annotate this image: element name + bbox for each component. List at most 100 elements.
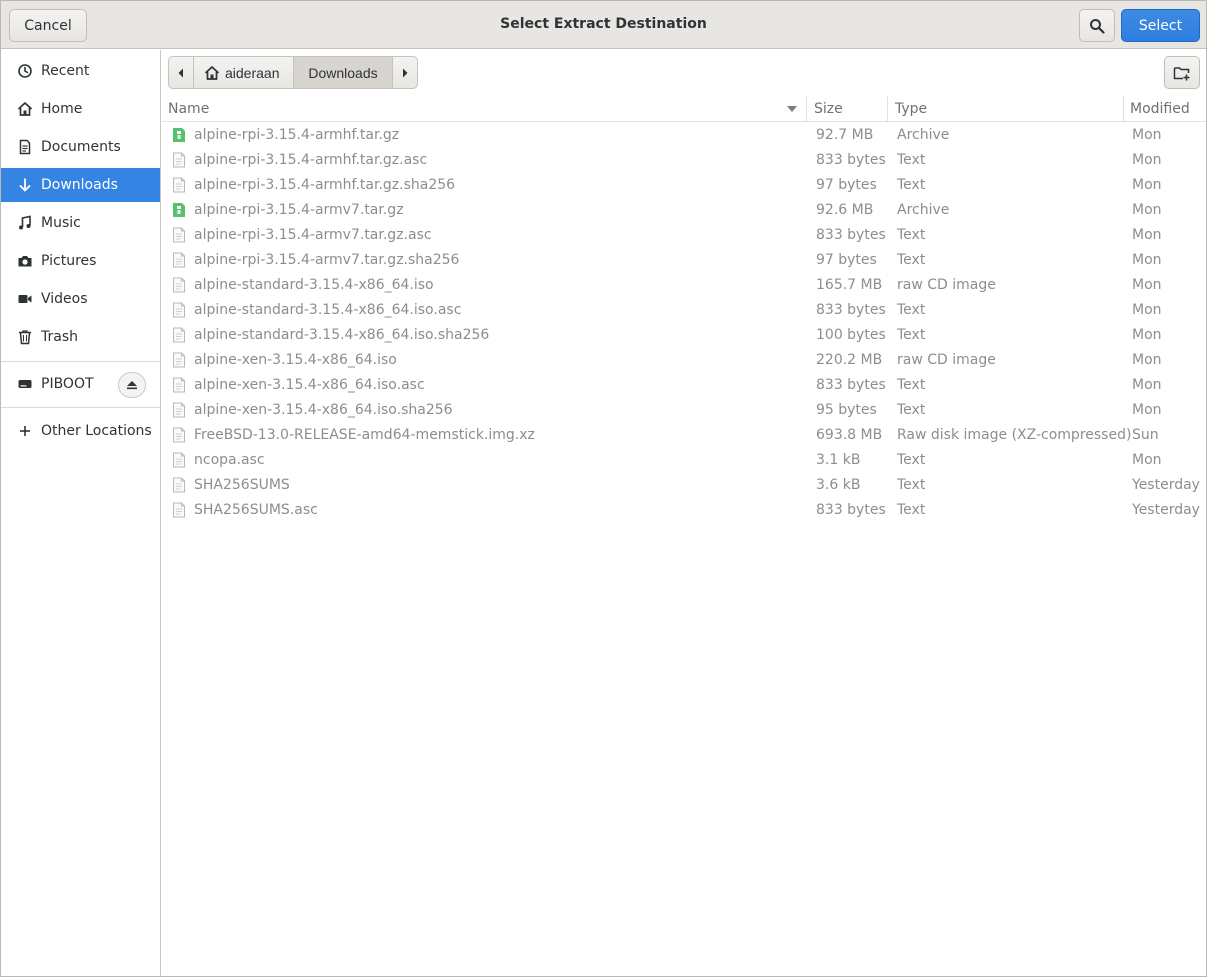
sidebar-item-other-locations[interactable]: Other Locations [1, 414, 160, 448]
path-home-button[interactable]: aideraan [193, 56, 294, 89]
file-name: alpine-rpi-3.15.4-armv7.tar.gz.asc [194, 226, 432, 243]
column-header-label: Size [814, 100, 843, 117]
file-modified: Mon [1132, 401, 1162, 418]
column-header-name[interactable]: Name [168, 96, 806, 121]
file-name: alpine-standard-3.15.4-x86_64.iso.asc [194, 301, 462, 318]
sidebar-item-home[interactable]: Home [1, 92, 160, 126]
file-size: 3.1 kB [816, 451, 861, 468]
file-modified: Mon [1132, 126, 1162, 143]
file-size: 693.8 MB [816, 426, 883, 443]
file-row[interactable]: alpine-standard-3.15.4-x86_64.iso 165.7 M… [162, 272, 1206, 297]
path-scroll-right-button[interactable] [392, 56, 418, 89]
sidebar-separator [1, 361, 160, 362]
file-type: Text [897, 451, 926, 468]
drive-icon [17, 376, 33, 392]
search-button[interactable] [1079, 9, 1115, 42]
plus-icon [17, 423, 33, 439]
sidebar-separator [1, 407, 160, 408]
file-modified: Mon [1132, 251, 1162, 268]
sidebar-item-pictures[interactable]: Pictures [1, 244, 160, 278]
file-row[interactable]: alpine-xen-3.15.4-x86_64.iso 220.2 MB raw … [162, 347, 1206, 372]
file-row[interactable]: SHA256SUMS 3.6 kB Text Yesterday [162, 472, 1206, 497]
file-modified: Mon [1132, 276, 1162, 293]
eject-button[interactable] [118, 372, 146, 398]
file-size: 165.7 MB [816, 276, 883, 293]
file-row[interactable]: alpine-rpi-3.15.4-armv7.tar.gz.sha256 97 … [162, 247, 1206, 272]
file-list: Name Size Type Modified alpine-rpi-3.15.… [162, 96, 1206, 976]
file-modified: Mon [1132, 326, 1162, 343]
places-sidebar: Recent Home Documents Downloads Music Pi… [1, 50, 161, 976]
sidebar-item-documents[interactable]: Documents [1, 130, 160, 164]
file-row[interactable]: alpine-standard-3.15.4-x86_64.iso.sha256… [162, 322, 1206, 347]
file-modified: Mon [1132, 226, 1162, 243]
select-button[interactable]: Select [1121, 9, 1200, 42]
file-size: 833 bytes [816, 301, 886, 318]
file-row[interactable]: alpine-rpi-3.15.4-armv7.tar.gz.asc 833 by… [162, 222, 1206, 247]
file-type: Text [897, 326, 926, 343]
file-name: alpine-rpi-3.15.4-armhf.tar.gz.asc [194, 151, 428, 168]
file-row[interactable]: alpine-rpi-3.15.4-armhf.tar.gz.sha256 97 … [162, 172, 1206, 197]
column-header-modified[interactable]: Modified [1123, 96, 1206, 121]
eject-icon [127, 381, 137, 390]
file-row[interactable]: ncopa.asc 3.1 kB Text Mon [162, 447, 1206, 472]
download-icon [17, 177, 33, 193]
sidebar-item-music[interactable]: Music [1, 206, 160, 240]
text-file-icon [172, 147, 186, 172]
path-current-button[interactable]: Downloads [293, 56, 393, 89]
file-row[interactable]: SHA256SUMS.asc 833 bytes Text Yesterday [162, 497, 1206, 522]
file-modified: Mon [1132, 351, 1162, 368]
column-header-row: Name Size Type Modified [162, 96, 1206, 122]
header-bar: Cancel Select Extract Destination Select [1, 1, 1206, 49]
sidebar-item-piboot[interactable]: PIBOOT [1, 367, 160, 401]
new-folder-icon [1173, 66, 1190, 80]
sidebar-item-videos[interactable]: Videos [1, 282, 160, 316]
file-name: alpine-xen-3.15.4-x86_64.iso [194, 351, 397, 368]
file-row[interactable]: FreeBSD-13.0-RELEASE-amd64-memstick.img.… [162, 422, 1206, 447]
file-modified: Sun [1132, 426, 1159, 443]
file-modified: Mon [1132, 176, 1162, 193]
text-file-icon [172, 222, 186, 247]
file-type: Text [897, 501, 926, 518]
file-size: 100 bytes [816, 326, 886, 343]
sidebar-item-label: Trash [41, 329, 78, 345]
file-name: alpine-xen-3.15.4-x86_64.iso.asc [194, 376, 425, 393]
file-row[interactable]: alpine-rpi-3.15.4-armv7.tar.gz 92.6 MB Arc… [162, 197, 1206, 222]
chevron-left-icon [178, 68, 183, 77]
file-row[interactable]: alpine-standard-3.15.4-x86_64.iso.asc 833… [162, 297, 1206, 322]
file-row[interactable]: alpine-xen-3.15.4-x86_64.iso.asc 833 byte… [162, 372, 1206, 397]
file-name: alpine-rpi-3.15.4-armv7.tar.gz [194, 201, 404, 218]
column-header-size[interactable]: Size [806, 96, 888, 121]
file-type: Archive [897, 126, 950, 143]
sidebar-item-trash[interactable]: Trash [1, 320, 160, 354]
file-row[interactable]: alpine-rpi-3.15.4-armhf.tar.gz 92.7 MB Arc… [162, 122, 1206, 147]
text-file-icon [172, 422, 186, 447]
column-header-label: Name [168, 100, 210, 117]
home-icon [204, 65, 220, 80]
file-chooser-dialog: Cancel Select Extract Destination Select… [0, 0, 1207, 977]
file-size: 97 bytes [816, 251, 877, 268]
sidebar-item-label: Pictures [41, 253, 97, 269]
file-modified: Mon [1132, 151, 1162, 168]
sidebar-item-downloads[interactable]: Downloads [1, 168, 160, 202]
file-row[interactable]: alpine-rpi-3.15.4-armhf.tar.gz.asc 833 by… [162, 147, 1206, 172]
sidebar-item-recent[interactable]: Recent [1, 54, 160, 88]
file-name: alpine-rpi-3.15.4-armhf.tar.gz [194, 126, 400, 143]
file-type: Text [897, 401, 926, 418]
new-folder-button[interactable] [1164, 56, 1200, 89]
column-header-type[interactable]: Type [887, 96, 1123, 121]
file-row[interactable]: alpine-xen-3.15.4-x86_64.iso.sha256 95 by… [162, 397, 1206, 422]
camera-icon [17, 253, 33, 269]
column-header-label: Type [895, 100, 928, 117]
sidebar-item-label: Music [41, 215, 81, 231]
file-name: alpine-standard-3.15.4-x86_64.iso [194, 276, 434, 293]
sidebar-item-label: Other Locations [41, 423, 152, 439]
file-size: 92.6 MB [816, 201, 874, 218]
column-header-label: Modified [1130, 100, 1190, 117]
file-type: Text [897, 176, 926, 193]
file-name: ncopa.asc [194, 451, 265, 468]
chevron-right-icon [403, 68, 408, 77]
file-name: alpine-standard-3.15.4-x86_64.iso.sha256 [194, 326, 490, 343]
sidebar-item-label: Home [41, 101, 83, 117]
text-file-icon [172, 347, 186, 372]
path-scroll-left-button[interactable] [168, 56, 194, 89]
